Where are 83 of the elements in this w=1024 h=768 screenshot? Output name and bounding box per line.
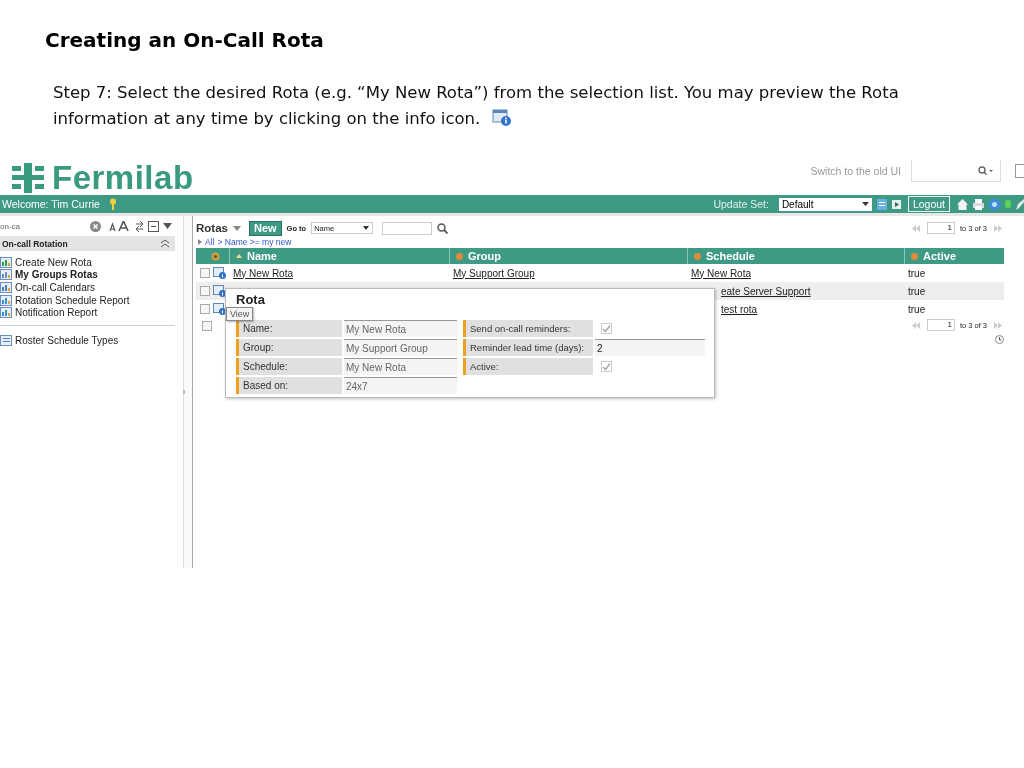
module-link[interactable]: Roster Schedule Types (0, 333, 179, 347)
breadcrumb-link[interactable]: > Name >= my new (217, 237, 292, 247)
readonly-field: 24x7 (344, 377, 457, 394)
field-label: Active: (463, 358, 593, 375)
page-field[interactable]: 1 (926, 319, 955, 331)
window-icon[interactable] (1015, 164, 1024, 178)
field-label: Send on-call reminders: (463, 320, 593, 337)
module-icon (0, 334, 12, 346)
readonly-field: My New Rota (344, 320, 457, 337)
table-cell-link[interactable]: My Support Group (453, 267, 535, 279)
welcome-text: Welcome: Tim Currie (2, 198, 100, 210)
tooltip: View (226, 307, 254, 321)
expand-arrow-icon[interactable] (198, 239, 202, 245)
module-link[interactable]: Create New Rota (0, 256, 179, 269)
module-icon (0, 307, 12, 319)
slide-title: Creating an On-Call Rota (44, 27, 325, 52)
popup-title: Rota (236, 293, 265, 307)
table-cell-link[interactable]: My New Rota (233, 267, 293, 279)
collapse-icon[interactable] (148, 220, 159, 232)
global-search-field[interactable] (911, 160, 1001, 182)
page-field[interactable]: 1 (926, 222, 955, 234)
section-header[interactable]: On-call Rotation (0, 236, 175, 251)
table-cell-link[interactable]: test rota (721, 303, 758, 315)
info-icon[interactable] (212, 267, 226, 279)
table-cell: true (908, 267, 926, 279)
info-icon (491, 109, 512, 127)
splitter-handle[interactable] (183, 390, 185, 394)
readonly-field: My Support Group (344, 339, 457, 356)
module-icon (0, 269, 12, 281)
filter-field[interactable]: on-ca (0, 219, 105, 233)
update-set-label: Update Set: (713, 198, 769, 210)
swap-icon[interactable] (135, 220, 144, 232)
module-icon (0, 256, 12, 268)
list-title[interactable]: Rotas (196, 222, 228, 234)
module-link[interactable]: On-call Calendars (0, 281, 179, 294)
column-menu-icon (456, 252, 463, 260)
document-icon[interactable] (876, 198, 887, 210)
goto-search-field[interactable] (382, 221, 433, 235)
row-checkbox[interactable] (199, 286, 210, 296)
caret-icon[interactable] (861, 202, 869, 206)
table-cell-link[interactable]: eate Server Support (721, 285, 811, 297)
clear-icon[interactable] (90, 220, 101, 232)
update-set-dropdown[interactable]: Default (778, 197, 872, 211)
print-icon[interactable] (973, 198, 984, 210)
step-text: Step 7: Select the desired Rota (e.g. “My New Rota”) from the selection list. You may preview the Rota information at any time by clicking on the info icon. (53, 82, 900, 130)
field-label: Group: (236, 339, 342, 356)
settings-icon[interactable] (211, 251, 220, 261)
section-title: On-call Rotation (2, 238, 68, 249)
field-label: Reminder lead time (days): (463, 339, 593, 356)
caret-icon[interactable] (363, 226, 370, 230)
text-size-icon[interactable] (109, 220, 131, 232)
readonly-field: My New Rota (344, 358, 457, 375)
search-icon[interactable] (437, 222, 449, 234)
info-icon[interactable] (212, 285, 226, 297)
table-cell: true (908, 303, 926, 315)
sort-arrow-icon (236, 254, 242, 258)
key-icon[interactable] (108, 198, 117, 210)
home-icon[interactable] (957, 198, 968, 210)
table-cell: true (908, 285, 926, 297)
search-icon[interactable] (978, 165, 994, 176)
field-label: Name: (236, 320, 342, 337)
breadcrumb-link[interactable]: All (205, 237, 215, 247)
field-label: Schedule: (236, 358, 342, 375)
row-checkbox[interactable] (199, 268, 210, 278)
select-all-checkbox[interactable] (202, 321, 212, 331)
pencil-icon[interactable] (1016, 198, 1024, 210)
column-menu-icon (694, 252, 701, 260)
field-label: Based on: (236, 377, 342, 394)
info-icon[interactable] (212, 303, 226, 315)
input-field: 2 (595, 339, 705, 356)
module-icon (0, 294, 12, 306)
column-menu-icon (911, 252, 918, 260)
help-icon[interactable] (989, 198, 1000, 210)
caret-icon[interactable] (163, 223, 172, 229)
module-link[interactable]: My Groups Rotas (0, 268, 179, 282)
row-checkbox[interactable] (199, 304, 210, 314)
module-icon (0, 282, 12, 293)
table-cell-link[interactable]: My New Rota (691, 267, 751, 279)
module-link[interactable]: Rotation Schedule Report (0, 293, 179, 307)
module-link[interactable]: Notification Report (0, 306, 179, 319)
clock-icon[interactable] (995, 335, 1004, 344)
play-icon[interactable] (891, 199, 901, 209)
collapse-chevron-icon[interactable] (161, 239, 169, 248)
